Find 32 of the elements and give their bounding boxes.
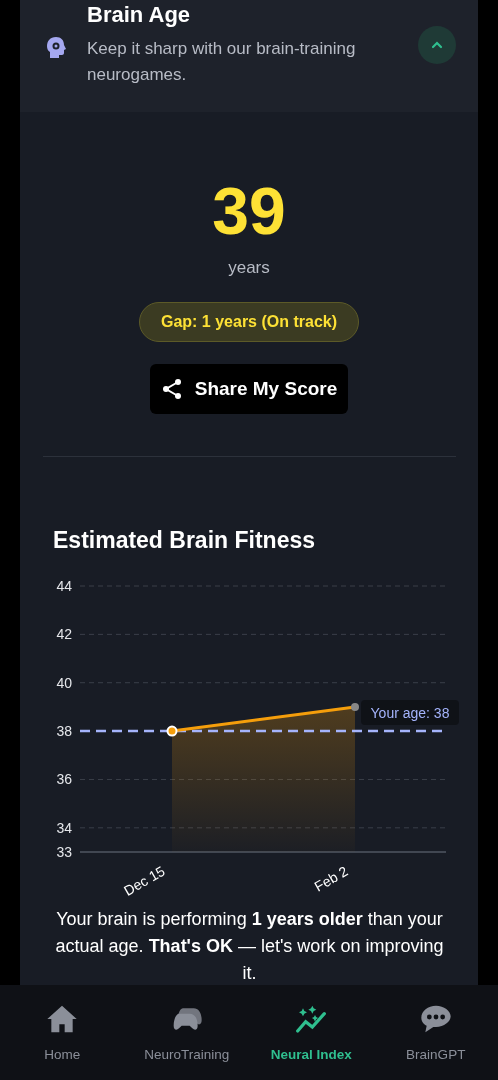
sparkle-chart-icon bbox=[295, 1003, 328, 1035]
y-tick-label: 36 bbox=[56, 771, 72, 788]
y-tick-label: 34 bbox=[56, 819, 72, 836]
nav-tab[interactable]: BrainGPT bbox=[373, 985, 498, 1080]
summary-text: Your brain is performing 1 years older than your actual age. That's OK — let's work on improving it. bbox=[54, 908, 445, 985]
unit-label: years bbox=[228, 258, 270, 278]
gap-badge: Gap: 1 years (On track) bbox=[138, 302, 360, 342]
y-tick-label: 42 bbox=[56, 626, 72, 643]
y-tick-label: 44 bbox=[56, 578, 72, 594]
chart-title: Estimated Brain Fitness bbox=[53, 527, 317, 554]
head-gear-icon bbox=[45, 36, 67, 60]
x-tick-label: Dec 15 bbox=[121, 862, 168, 899]
data-point bbox=[166, 725, 178, 737]
collapse-button[interactable] bbox=[418, 26, 456, 64]
y-tick-label: 40 bbox=[56, 674, 72, 691]
tooltip: Your age: 38 bbox=[361, 700, 459, 725]
data-point bbox=[351, 702, 359, 711]
section-description: Keep it sharp with our brain-training neurogames. bbox=[87, 38, 357, 86]
share-icon bbox=[160, 378, 183, 400]
nav-tab[interactable]: Neural Index bbox=[249, 985, 374, 1080]
share-button[interactable]: Share My Score bbox=[149, 364, 349, 414]
nav-tab[interactable]: NeuroTraining bbox=[124, 985, 249, 1080]
y-tick-label: 38 bbox=[56, 723, 72, 740]
nav-tab[interactable]: Home bbox=[0, 985, 125, 1080]
home-icon bbox=[46, 1003, 79, 1035]
brain-age-value: 39 bbox=[212, 176, 286, 246]
ref-line-label: Your age: 38 bbox=[370, 705, 450, 721]
chat-bubble-icon bbox=[419, 1003, 452, 1035]
section-title: Brain Age bbox=[87, 2, 192, 28]
y-tick-label: 33 bbox=[56, 844, 72, 860]
chevron-icon bbox=[430, 40, 444, 50]
x-tick-label: Feb 2 bbox=[311, 862, 351, 895]
